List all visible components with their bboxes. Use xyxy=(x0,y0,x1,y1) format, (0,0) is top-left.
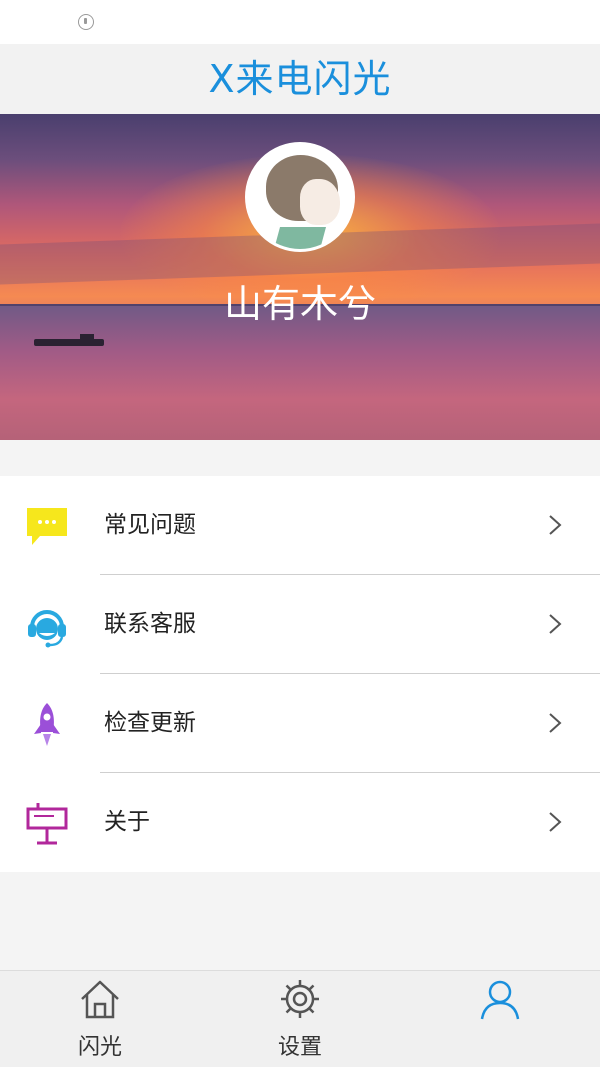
tab-profile[interactable] xyxy=(400,971,600,1067)
tab-settings[interactable]: 设置 xyxy=(200,971,400,1067)
tab-label: 闪光 xyxy=(77,1035,122,1060)
menu-item-label: 检查更新 xyxy=(104,710,196,736)
chevron-right-icon xyxy=(549,713,562,733)
easel-icon xyxy=(26,803,68,845)
menu-item-contact-support[interactable]: 联系客服 xyxy=(0,575,600,674)
tab-label: 设置 xyxy=(277,1035,322,1060)
app-header: X来电闪光 xyxy=(0,44,600,114)
bottom-tab-bar: 闪光 设置 xyxy=(0,970,600,1067)
chat-bubble-icon xyxy=(27,508,67,545)
headset-icon xyxy=(28,610,66,648)
menu-item-label: 联系客服 xyxy=(104,611,196,637)
chevron-right-icon xyxy=(549,515,562,535)
gear-icon xyxy=(281,980,319,1018)
settings-menu: 常见问题 联系客服 检查更新 关于 xyxy=(0,476,600,872)
chevron-right-icon xyxy=(549,614,562,634)
menu-item-about[interactable]: 关于 xyxy=(0,773,600,872)
tab-flash[interactable]: 闪光 xyxy=(0,971,200,1067)
page-title: X来电闪光 xyxy=(208,57,392,101)
menu-item-check-update[interactable]: 检查更新 xyxy=(0,674,600,773)
boat-silhouette xyxy=(34,334,104,346)
menu-item-label: 常见问题 xyxy=(104,512,196,538)
home-icon xyxy=(81,980,119,1019)
avatar[interactable] xyxy=(245,142,355,252)
menu-item-label: 关于 xyxy=(104,809,150,835)
user-name: 山有木兮 xyxy=(223,282,376,326)
status-bar xyxy=(0,0,600,44)
menu-item-faq[interactable]: 常见问题 xyxy=(0,476,600,575)
chevron-right-icon xyxy=(549,812,562,832)
person-icon xyxy=(480,980,520,1020)
status-indicator-icon xyxy=(78,14,94,30)
rocket-icon xyxy=(34,703,60,746)
